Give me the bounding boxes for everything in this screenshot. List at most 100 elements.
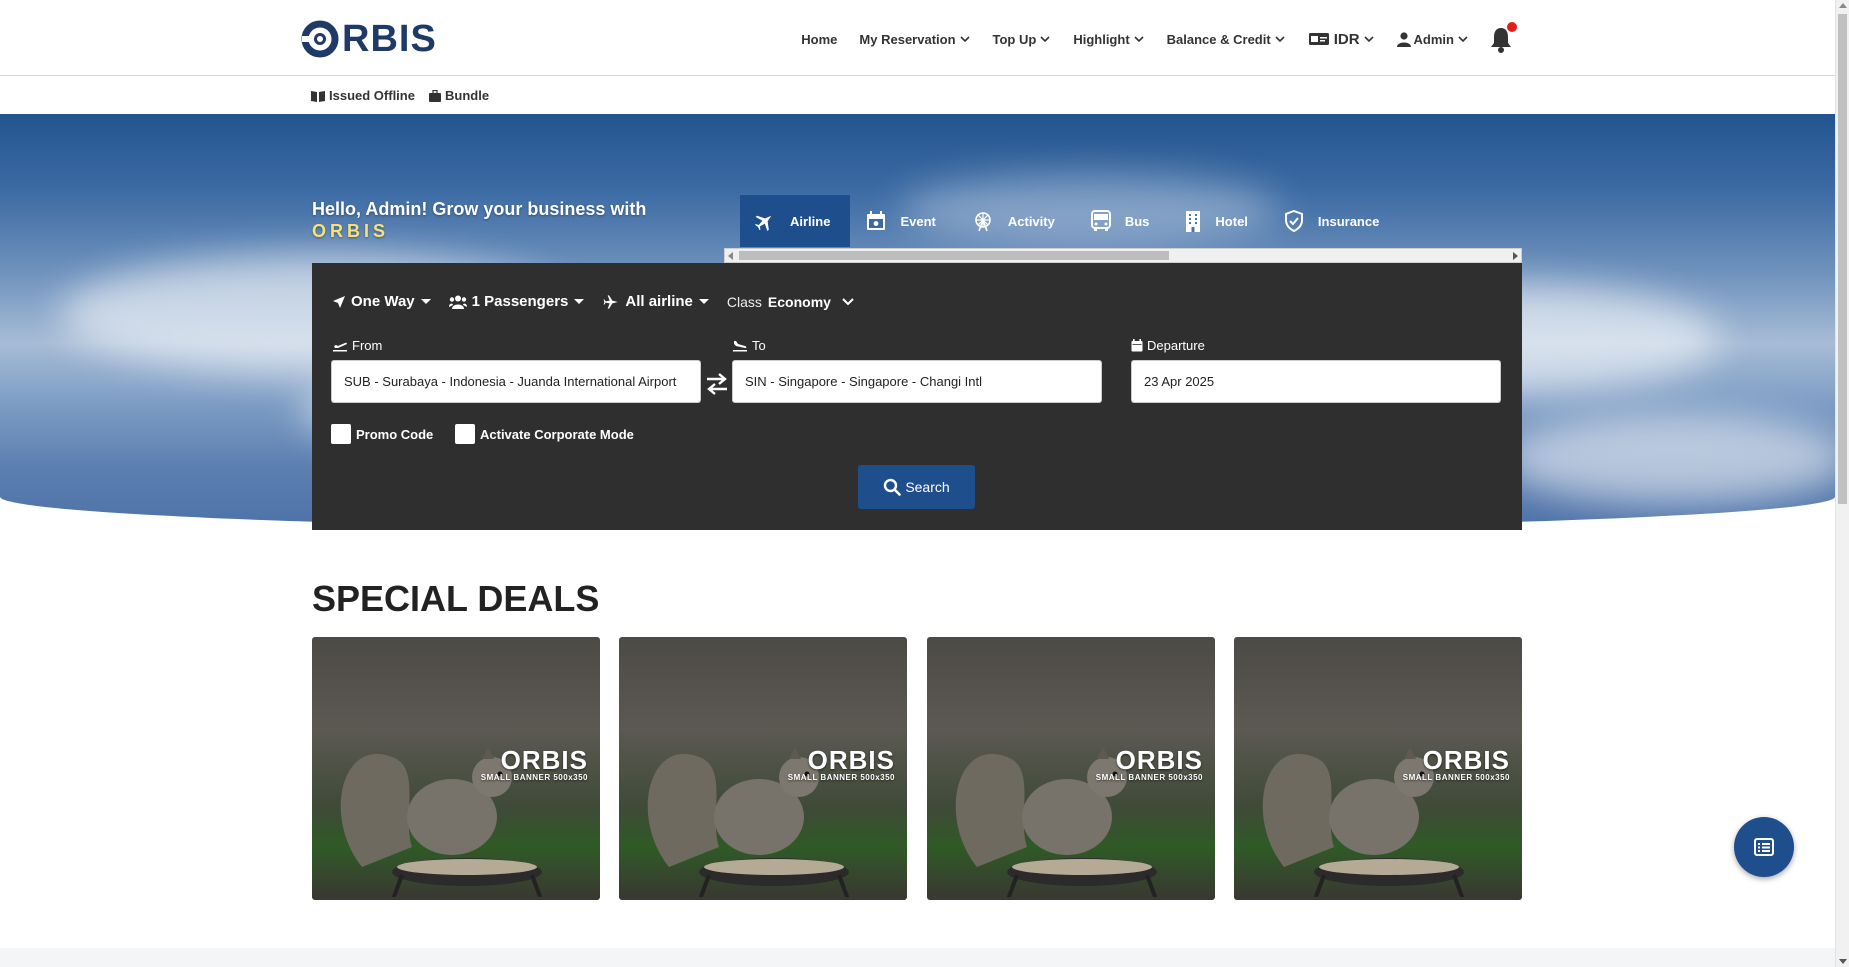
to-input[interactable]: SIN - Singapore - Singapore - Changi Int… xyxy=(732,360,1102,403)
top-navbar: RBIS Home My Reservation Top Up Highligh… xyxy=(0,0,1835,76)
nav-user-label: Admin xyxy=(1413,31,1454,47)
nav-highlight[interactable]: Highlight xyxy=(1073,32,1144,47)
tab-event[interactable]: Event xyxy=(850,195,955,247)
floating-list-button[interactable] xyxy=(1734,817,1794,877)
deal-watermark: ORBIS SMALL BANNER 500x350 xyxy=(481,747,588,782)
plane-icon xyxy=(604,294,619,309)
user-icon xyxy=(1396,31,1411,47)
class-dropdown[interactable]: Class Economy xyxy=(727,294,860,310)
greeting-brand: ORBIS xyxy=(312,221,390,241)
caret-down-icon xyxy=(574,299,585,304)
promo-code-checkbox[interactable]: Promo Code xyxy=(331,424,433,444)
chevron-down-icon xyxy=(1040,36,1050,43)
tab-bus-label: Bus xyxy=(1124,213,1150,229)
nav-highlight-label: Highlight xyxy=(1073,31,1130,47)
squirrel-image xyxy=(340,747,543,897)
deal-caption: SMALL BANNER 500x350 xyxy=(1095,773,1203,782)
deal-caption: SMALL BANNER 500x350 xyxy=(787,773,895,782)
scroll-right-icon[interactable] xyxy=(1513,252,1518,260)
from-label: From xyxy=(332,338,382,353)
deal-card[interactable]: ORBIS SMALL BANNER 500x350 xyxy=(1234,637,1522,900)
corporate-checkbox-box[interactable] xyxy=(455,424,475,444)
scroll-left-icon[interactable] xyxy=(728,252,733,260)
orbis-logo[interactable]: RBIS xyxy=(300,19,437,59)
departure-label: Departure xyxy=(1131,338,1205,353)
tab-hotel[interactable]: Hotel xyxy=(1169,195,1268,247)
tab-airline[interactable]: Airline xyxy=(740,195,851,247)
deal-caption: SMALL BANNER 500x350 xyxy=(480,773,588,782)
page-scrollbar[interactable] xyxy=(1835,0,1849,967)
calendar-icon xyxy=(867,211,886,230)
ferris-wheel-icon xyxy=(975,212,991,232)
trip-type-dropdown[interactable]: One Way xyxy=(332,293,431,310)
sub-navbar: Issued Offline Bundle xyxy=(0,77,1835,114)
nav-user-menu[interactable]: Admin xyxy=(1396,31,1469,47)
tab-insurance[interactable]: Insurance xyxy=(1268,195,1399,247)
from-input[interactable]: SUB - Surabaya - Indonesia - Juanda Inte… xyxy=(331,360,701,403)
squirrel-image xyxy=(955,747,1158,897)
departure-date-input[interactable]: 23 Apr 2025 xyxy=(1131,360,1501,403)
caret-down-icon xyxy=(420,299,431,304)
tab-event-label: Event xyxy=(900,213,936,229)
notification-bell[interactable] xyxy=(1489,22,1517,54)
deal-card[interactable]: ORBIS SMALL BANNER 500x350 xyxy=(927,637,1215,900)
tabs-scrollbar[interactable] xyxy=(724,248,1522,263)
airline-value: All airline xyxy=(625,293,693,310)
nav-my-reservation[interactable]: My Reservation xyxy=(859,32,970,47)
greeting-text: Hello, Admin! Grow your business with xyxy=(312,199,647,219)
chevron-down-icon xyxy=(842,297,854,305)
plane-departure-icon xyxy=(333,342,347,351)
deal-card[interactable]: ORBIS SMALL BANNER 500x350 xyxy=(619,637,907,900)
flight-search-panel: One Way 1 Passengers All airline Class E… xyxy=(312,263,1522,530)
search-button-label: Search xyxy=(905,479,950,495)
chevron-down-icon xyxy=(1275,36,1285,43)
nav-home[interactable]: Home xyxy=(801,32,837,47)
search-button[interactable]: Search xyxy=(858,465,975,509)
users-icon xyxy=(448,295,467,309)
chevron-down-icon xyxy=(1134,36,1144,43)
main-menu: Home My Reservation Top Up Highlight Bal… xyxy=(779,22,1517,56)
nav-top-up-label: Top Up xyxy=(992,31,1037,47)
footer-strip xyxy=(0,948,1835,967)
tab-hotel-label: Hotel xyxy=(1215,213,1248,229)
nav-balance-credit[interactable]: Balance & Credit xyxy=(1167,32,1286,47)
bundle-link[interactable]: Bundle xyxy=(429,88,489,103)
scroll-up-icon[interactable] xyxy=(1839,3,1847,8)
from-label-text: From xyxy=(352,338,383,353)
promo-checkbox-box[interactable] xyxy=(331,424,351,444)
chevron-down-icon xyxy=(1363,36,1374,43)
squirrel-image xyxy=(647,747,850,897)
to-label: To xyxy=(732,338,766,353)
passengers-dropdown[interactable]: 1 Passengers xyxy=(448,293,585,310)
deal-caption: SMALL BANNER 500x350 xyxy=(1402,773,1510,782)
corporate-mode-checkbox[interactable]: Activate Corporate Mode xyxy=(455,424,634,444)
bus-icon xyxy=(1090,210,1111,231)
scroll-down-icon[interactable] xyxy=(1839,959,1847,964)
promo-code-label: Promo Code xyxy=(356,426,434,442)
deal-card[interactable]: ORBIS SMALL BANNER 500x350 xyxy=(312,637,600,900)
tab-activity[interactable]: Activity xyxy=(956,195,1075,247)
deal-watermark: ORBIS SMALL BANNER 500x350 xyxy=(1403,747,1510,782)
tab-bus[interactable]: Bus xyxy=(1075,195,1170,247)
location-arrow-icon xyxy=(333,295,345,308)
calendar-icon xyxy=(1131,339,1143,352)
bundle-label: Bundle xyxy=(445,88,490,103)
product-tabs: Airline Event Activity Bus Hotel Insuran… xyxy=(740,195,1399,247)
page-scroll-thumb[interactable] xyxy=(1838,14,1847,504)
swap-icon[interactable] xyxy=(704,371,730,397)
orbis-ring-logo-icon xyxy=(301,20,339,58)
airline-dropdown[interactable]: All airline xyxy=(602,293,709,310)
building-icon xyxy=(1186,211,1201,232)
nav-home-label: Home xyxy=(801,31,838,47)
issued-offline-link[interactable]: Issued Offline xyxy=(311,88,415,103)
hero-greeting: Hello, Admin! Grow your business with OR… xyxy=(312,198,646,242)
nav-top-up[interactable]: Top Up xyxy=(993,32,1052,47)
notification-dot xyxy=(1507,22,1517,32)
chevron-down-icon xyxy=(959,36,970,43)
plane-icon xyxy=(754,215,772,231)
nav-currency[interactable]: IDR xyxy=(1308,31,1375,48)
logo-text: RBIS xyxy=(342,18,437,60)
class-value: Economy xyxy=(767,293,831,310)
deal-watermark: ORBIS SMALL BANNER 500x350 xyxy=(1096,747,1203,782)
tabs-scroll-thumb[interactable] xyxy=(739,251,1169,260)
